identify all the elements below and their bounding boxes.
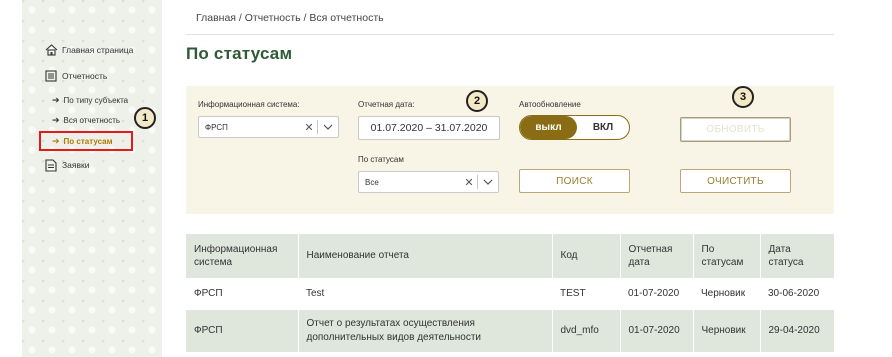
table-cell: ФРСП (186, 310, 299, 352)
document-icon (44, 158, 58, 172)
highlight-box (39, 131, 133, 151)
sidebar-item-label: Отчетность (62, 71, 108, 81)
date-label: Отчетная дата: (358, 100, 415, 109)
auto-refresh-label: Автообновление (519, 100, 581, 109)
status-select[interactable]: Все ✕ (358, 171, 499, 193)
chevron-down-icon[interactable] (318, 124, 338, 130)
table-cell: dvd_mfo (552, 310, 621, 352)
table-cell: Черновик (693, 310, 761, 352)
info-system-value: ФРСП (205, 122, 228, 132)
arrow-right-icon: ➔ (52, 115, 60, 125)
breadcrumb: Главная / Отчетность / Вся отчетность (196, 12, 384, 24)
callout-2: 2 (466, 90, 488, 112)
callout-3: 3 (732, 86, 754, 108)
table-cell: Test (298, 278, 552, 310)
sidebar-item-label: Главная страница (62, 45, 134, 55)
toggle-on-option[interactable]: ВКЛ (577, 116, 629, 139)
info-system-label: Информационная система: (198, 100, 300, 109)
table-cell: TEST (552, 278, 620, 310)
sidebar-item-reports[interactable]: Отчетность (44, 69, 107, 83)
refresh-button[interactable]: ОБНОВИТЬ (680, 117, 791, 142)
status-value: Все (365, 177, 379, 187)
clear-button[interactable]: ОЧИСТИТЬ (680, 169, 791, 193)
table-cell: Черновик (693, 278, 760, 310)
column-header[interactable]: Отчетная дата (620, 234, 694, 278)
reports-table: Информационная система Наименование отче… (186, 234, 834, 352)
info-system-select[interactable]: ФРСП ✕ (198, 116, 339, 138)
column-header[interactable]: Код (552, 234, 621, 278)
sidebar-item-by-subject[interactable]: ➔ По типу субъекта (52, 95, 128, 106)
column-header[interactable]: По статусам (693, 234, 761, 278)
status-label: По статусам (358, 155, 404, 164)
column-header[interactable]: Дата статуса (760, 234, 834, 278)
table-cell: ФРСП (186, 278, 298, 310)
clear-icon[interactable]: ✕ (301, 121, 317, 134)
table-cell: Отчет о результатах осуществления дополн… (298, 310, 553, 352)
sidebar-item-label: По типу субъекта (63, 96, 129, 105)
auto-refresh-toggle[interactable]: выкл ВКЛ (519, 115, 630, 140)
sidebar-item-all-reports[interactable]: ➔ Вся отчетность (52, 115, 120, 126)
table-row[interactable]: ФРСП Test TEST 01-07-2020 Черновик 30-06… (186, 278, 834, 310)
sidebar-item-label: Вся отчетность (63, 116, 121, 125)
sidebar-item-label: Заявки (62, 160, 90, 170)
divider (186, 34, 834, 35)
toggle-off-option[interactable]: выкл (520, 116, 577, 139)
sidebar-item-home[interactable]: Главная страница (44, 43, 133, 57)
callout-1: 1 (134, 107, 156, 129)
sidebar-item-requests[interactable]: Заявки (44, 158, 89, 172)
clear-icon[interactable]: ✕ (461, 176, 477, 189)
page-title: По статусам (186, 44, 293, 63)
arrow-right-icon: ➔ (52, 95, 60, 105)
date-range-input[interactable]: 01.07.2020 – 31.07.2020 (358, 116, 500, 140)
report-icon (44, 69, 58, 83)
search-button[interactable]: ПОИСК (519, 169, 630, 193)
table-row[interactable]: ФРСП Отчет о результатах осуществления д… (186, 310, 834, 352)
chevron-down-icon[interactable] (478, 179, 498, 185)
table-header-row: Информационная система Наименование отче… (186, 234, 834, 278)
column-header[interactable]: Наименование отчета (298, 234, 553, 278)
home-icon (44, 43, 58, 57)
table-cell: 29-04-2020 (760, 310, 834, 352)
column-header[interactable]: Информационная система (186, 234, 299, 278)
table-cell: 01-07-2020 (620, 278, 693, 310)
table-cell: 01-07-2020 (620, 310, 694, 352)
table-cell: 30-06-2020 (760, 278, 834, 310)
